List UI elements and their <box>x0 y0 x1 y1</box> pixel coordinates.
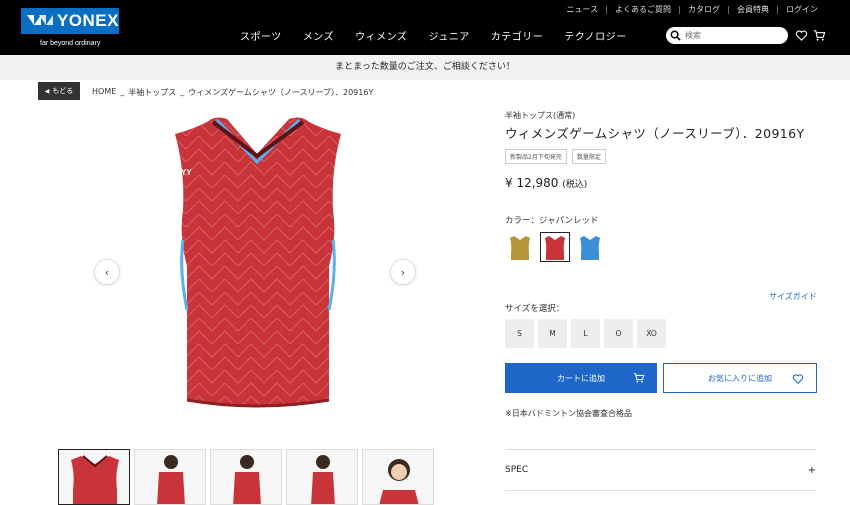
utility-link-faq[interactable]: よくあるご質問 <box>607 4 679 15</box>
nav-item-junior[interactable]: ジュニア <box>428 28 469 43</box>
limited-badge: 数量限定 <box>571 149 606 164</box>
chevron-left-icon: ‹ <box>104 265 110 279</box>
breadcrumb-separator: _ <box>180 87 185 96</box>
certification-note: ※日本バドミントン協会審査合格品 <box>505 409 632 418</box>
price-tax-label: (税込) <box>562 180 588 190</box>
size-option-o[interactable]: O <box>604 319 633 348</box>
heart-icon[interactable] <box>795 29 808 42</box>
cart-icon <box>633 373 645 383</box>
heart-icon <box>792 374 804 385</box>
size-option-s[interactable]: S <box>505 319 534 348</box>
breadcrumb-separator: _ <box>120 87 125 96</box>
shirt-icon <box>545 236 565 260</box>
thumbnail[interactable] <box>362 449 434 505</box>
announcement-banner[interactable]: まとまった数量のご注文、ご相談ください！ <box>0 55 850 80</box>
thumbnail-image <box>379 459 419 504</box>
svg-text:YY: YY <box>181 168 192 177</box>
product-title: ウィメンズゲームシャツ（ノースリーブ）．20916Y <box>505 126 805 141</box>
size-option-xo[interactable]: XO <box>637 319 666 348</box>
site-header: YONEX far beyond ordinary ニュース よくあるご質問 カ… <box>0 0 850 55</box>
chevron-right-icon: › <box>400 265 406 279</box>
gallery-prev-button[interactable]: ‹ <box>94 259 120 285</box>
nav-item-category[interactable]: カテゴリー <box>491 28 544 43</box>
color-swatches <box>505 232 610 262</box>
thumbnail[interactable] <box>134 449 206 505</box>
back-label: もどる <box>52 87 74 95</box>
add-to-favorites-button[interactable]: お気に入りに追加 <box>663 363 817 393</box>
logo-text: YONEX <box>56 11 119 30</box>
color-swatch-blue[interactable] <box>575 232 605 262</box>
product-price: ¥ 12,980 (税込) <box>505 176 587 190</box>
nav-item-mens[interactable]: メンズ <box>303 28 334 43</box>
utility-link-news[interactable]: ニュース <box>558 4 606 15</box>
search-box <box>666 27 788 44</box>
breadcrumb: HOME _ 半袖トップス _ ウィメンズゲームシャツ（ノースリーブ）．2091… <box>92 87 377 98</box>
thumbnail-image <box>71 455 119 504</box>
product-category[interactable]: 半袖トップス(通常) <box>505 110 575 121</box>
color-label: カラー：ジャパンレッド <box>505 216 599 226</box>
spec-accordion[interactable]: SPEC + <box>505 449 816 491</box>
thumbnail-image <box>157 455 185 504</box>
breadcrumb-category[interactable]: 半袖トップス <box>128 87 176 98</box>
back-button[interactable]: ◀ もどる <box>38 82 80 100</box>
thumbnail[interactable] <box>286 449 358 505</box>
plus-icon: + <box>807 464 816 476</box>
chevron-left-icon: ◀ <box>44 87 50 95</box>
add-to-cart-label: カートに追加 <box>557 373 605 383</box>
size-guide-link[interactable]: サイズガイド <box>769 291 817 302</box>
shirt-icon <box>580 236 600 260</box>
price-value: ¥ 12,980 <box>505 176 559 190</box>
nav-item-sports[interactable]: スポーツ <box>240 28 282 43</box>
spec-label: SPEC <box>505 465 529 475</box>
gallery-next-button[interactable]: › <box>390 259 416 285</box>
breadcrumb-home[interactable]: HOME <box>92 87 116 98</box>
search-input[interactable] <box>685 31 781 40</box>
color-swatch-japan-red[interactable] <box>540 232 570 262</box>
size-options: S M L O XO <box>505 319 670 348</box>
size-option-l[interactable]: L <box>571 319 600 348</box>
size-option-m[interactable]: M <box>538 319 567 348</box>
yonex-logo[interactable]: YONEX <box>21 8 119 34</box>
thumbnail-image <box>233 455 261 504</box>
utility-link-catalog[interactable]: カタログ <box>680 4 728 15</box>
tagline: far beyond ordinary <box>40 40 101 47</box>
thumbnail-strip <box>58 449 438 505</box>
thumbnail-image <box>311 455 335 504</box>
utility-link-member[interactable]: 会員特典 <box>729 4 777 15</box>
cart-icon[interactable] <box>813 29 826 42</box>
main-nav: スポーツ メンズ ウィメンズ ジュニア カテゴリー テクノロジー <box>240 28 648 43</box>
breadcrumb-current: ウィメンズゲームシャツ（ノースリーブ）．20916Y <box>188 88 374 97</box>
release-badge: 新製品2月下旬発売 <box>505 149 567 164</box>
utility-nav: ニュース よくあるご質問 カタログ 会員特典 ログイン <box>558 4 826 15</box>
nav-item-technology[interactable]: テクノロジー <box>564 28 626 43</box>
nav-item-womens[interactable]: ウィメンズ <box>355 28 407 43</box>
thumbnail[interactable] <box>210 449 282 505</box>
yonex-logo-mark-icon <box>26 15 53 25</box>
product-image: YY <box>175 117 341 408</box>
add-to-cart-button[interactable]: カートに追加 <box>505 363 657 393</box>
utility-link-login[interactable]: ログイン <box>778 4 826 15</box>
search-icon[interactable] <box>670 30 681 41</box>
add-to-favorites-label: お気に入りに追加 <box>708 373 772 383</box>
size-label: サイズを選択： <box>505 304 565 314</box>
shirt-icon <box>510 236 530 260</box>
product-badges: 新製品2月下旬発売 数量限定 <box>505 149 611 164</box>
color-swatch-gold[interactable] <box>505 232 535 262</box>
thumbnail[interactable] <box>58 449 130 505</box>
product-image-gallery: YY ‹ › <box>94 110 420 435</box>
